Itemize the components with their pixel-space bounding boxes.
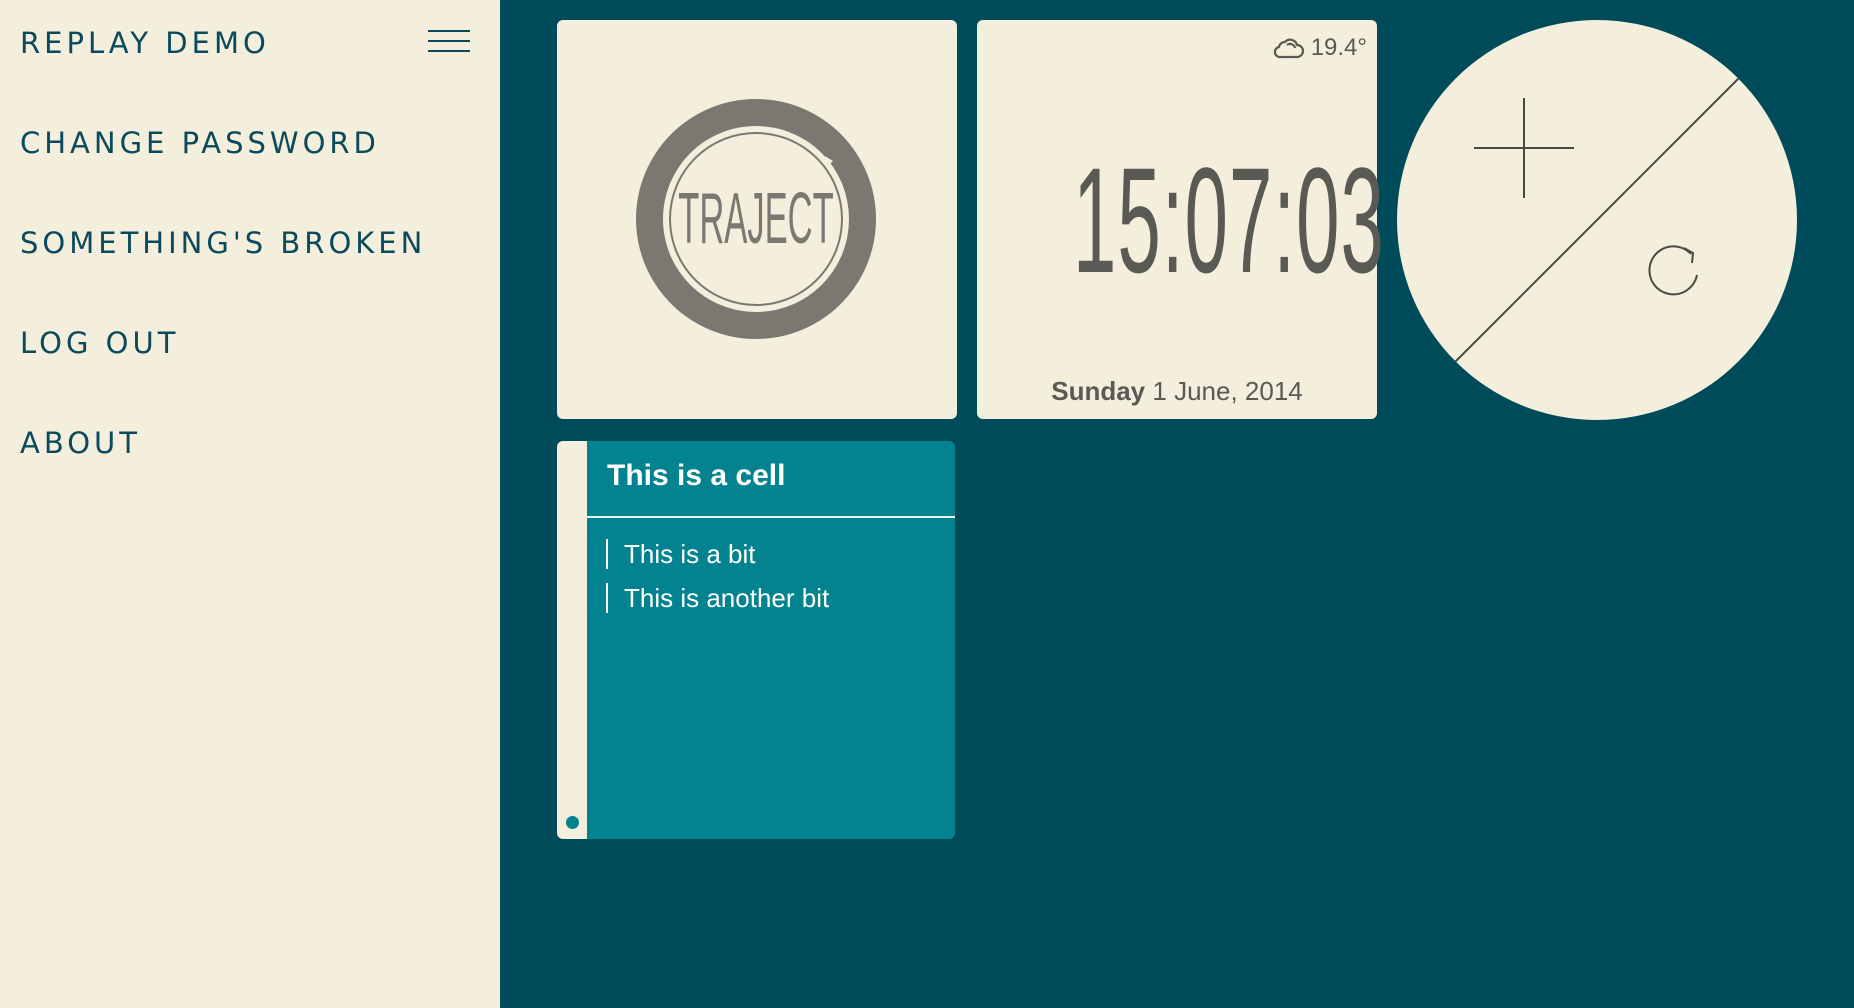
weather-widget: 19.4° (1273, 34, 1367, 62)
clock-tile[interactable]: 19.4° 15:07:03 Sunday 1 June, 2014 (977, 20, 1385, 419)
menu-item-something-broken[interactable]: SOMETHING'S BROKEN (20, 226, 426, 260)
sidebar: REPLAY DEMO CHANGE PASSWORD SOMETHING'S … (0, 0, 500, 1008)
logo-text: TRAJECT (678, 178, 834, 258)
cell-card[interactable]: This is a cell This is a bit This is ano… (557, 441, 955, 839)
action-tile-graphic (1451, 74, 1743, 366)
menu-item-log-out[interactable]: LOG OUT (20, 326, 179, 360)
cell-title: This is a cell (607, 459, 786, 492)
logo-tile[interactable]: TRAJECT (557, 20, 957, 419)
clock-date-text: 1 June, 2014 (1152, 376, 1303, 406)
menu-item-change-password[interactable]: CHANGE PASSWORD (20, 126, 380, 160)
cloud-icon (1273, 38, 1304, 59)
cell-bit-2[interactable]: This is another bit (606, 583, 829, 613)
cell-handle-dot[interactable] (566, 816, 579, 829)
action-tile (1397, 20, 1797, 420)
temperature: 19.4° (1310, 34, 1367, 61)
clock-day: Sunday (1051, 376, 1146, 406)
menu-item-replay-demo[interactable]: REPLAY DEMO (20, 26, 270, 60)
menu-item-about[interactable]: ABOUT (20, 426, 141, 460)
cell-strip (557, 441, 587, 839)
traject-logo: TRAJECT (636, 99, 876, 339)
clock-date: Sunday 1 June, 2014 (977, 376, 1377, 407)
refresh-icon[interactable] (1648, 245, 1698, 296)
clock-time: 15:07:03 (1073, 136, 1385, 304)
hamburger-icon[interactable] (428, 30, 470, 54)
cell-divider (587, 516, 955, 518)
cell-bit-1[interactable]: This is a bit (606, 539, 756, 569)
